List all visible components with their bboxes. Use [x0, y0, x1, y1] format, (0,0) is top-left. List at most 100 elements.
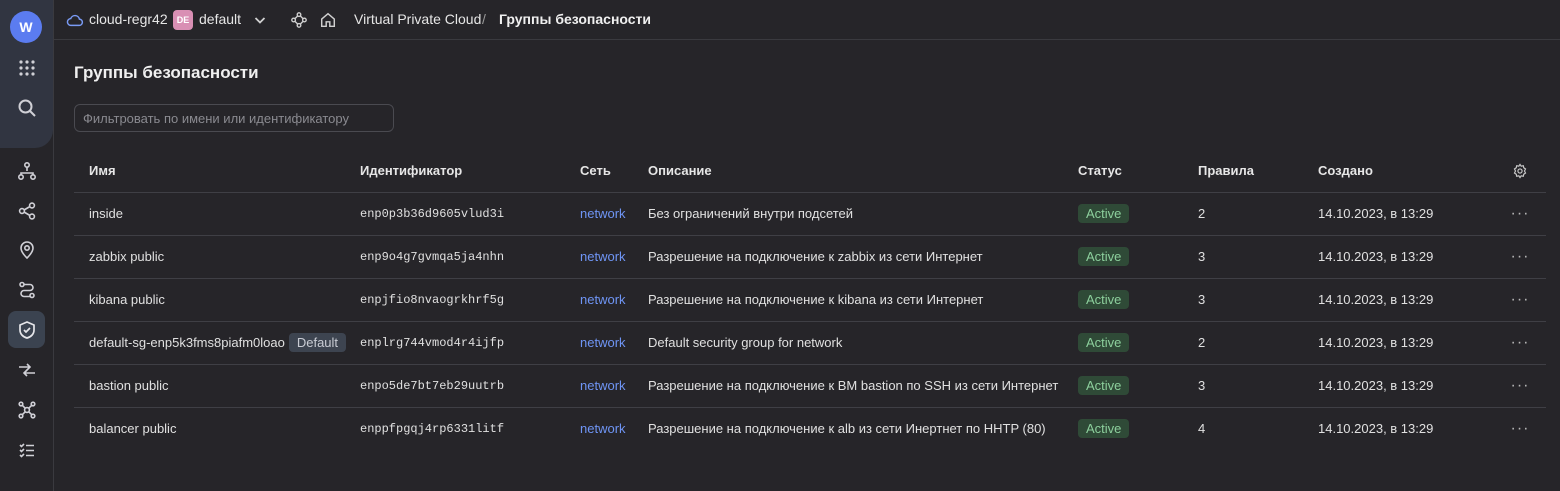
column-header-created[interactable]: Создано [1318, 150, 1494, 193]
folder-badge[interactable]: DE [173, 10, 193, 30]
column-header-name[interactable]: Имя [74, 150, 360, 193]
cell-name: zabbix public [74, 235, 360, 279]
cell-id: enplrg744vmod4r4ijfp [360, 321, 580, 365]
cell-status: Active [1078, 192, 1198, 236]
cell-name: balancer public [74, 407, 360, 450]
group-name[interactable]: inside [89, 206, 123, 221]
column-settings[interactable] [1494, 150, 1546, 193]
table-row[interactable]: bastion public enpo5de7bt7eb29uutrb networ… [74, 364, 1546, 408]
cell-rules: 3 [1198, 235, 1318, 279]
gear-icon[interactable] [1512, 163, 1528, 179]
share-nodes-icon[interactable] [8, 192, 45, 229]
breadcrumb-separator: / [482, 11, 486, 27]
page-title: Группы безопасности [74, 63, 259, 82]
route-icon[interactable] [8, 271, 45, 308]
more-actions-icon[interactable]: ··· [1511, 205, 1530, 222]
cloud-name[interactable]: cloud-regr42 [89, 11, 168, 27]
group-name[interactable]: kibana public [89, 292, 165, 307]
cell-actions: ··· [1494, 407, 1546, 450]
table-row[interactable]: zabbix public enp9o4g7gvmqa5ja4nhn network… [74, 235, 1546, 279]
group-name[interactable]: zabbix public [89, 249, 164, 264]
column-header-id[interactable]: Идентификатор [360, 150, 580, 193]
cell-rules: 3 [1198, 278, 1318, 322]
table-row[interactable]: kibana public enpjfio8nvaogrkhrf5g network… [74, 278, 1546, 322]
cell-created: 14.10.2023, в 13:29 [1318, 192, 1494, 236]
more-actions-icon[interactable]: ··· [1511, 248, 1530, 265]
network-link[interactable]: network [580, 249, 626, 264]
network-topology-icon[interactable] [8, 152, 45, 189]
cell-name: default-sg-enp5k3fms8piafm0loao Default [74, 321, 360, 365]
cell-name: bastion public [74, 364, 360, 408]
cell-network: network [580, 192, 648, 236]
cell-actions: ··· [1494, 321, 1546, 365]
search-icon[interactable] [8, 89, 45, 126]
cell-status: Active [1078, 235, 1198, 279]
filter-input[interactable] [74, 104, 394, 132]
column-header-status[interactable]: Статус [1078, 150, 1198, 193]
network-link[interactable]: network [580, 421, 626, 436]
transfer-arrows-icon[interactable] [8, 351, 45, 388]
hub-icon[interactable] [8, 391, 45, 428]
more-actions-icon[interactable]: ··· [1511, 377, 1530, 394]
shield-icon[interactable] [8, 311, 45, 348]
cell-network: network [580, 407, 648, 450]
group-name[interactable]: default-sg-enp5k3fms8piafm0loao [89, 335, 285, 350]
breadcrumb-current: Группы безопасности [499, 11, 652, 27]
cell-actions: ··· [1494, 192, 1546, 236]
status-badge: Active [1078, 333, 1130, 352]
cell-actions: ··· [1494, 235, 1546, 279]
cell-rules: 2 [1198, 192, 1318, 236]
cell-actions: ··· [1494, 364, 1546, 408]
column-header-network[interactable]: Сеть [580, 150, 648, 193]
table-row[interactable]: default-sg-enp5k3fms8piafm0loao Default en… [74, 321, 1546, 365]
home-icon[interactable] [319, 11, 337, 29]
security-groups-table: Имя Идентификатор Сеть Описание Статус П… [74, 150, 1546, 450]
cell-status: Active [1078, 278, 1198, 322]
network-link[interactable]: network [580, 206, 626, 221]
cell-description: Разрешение на подключение к ВМ bastion п… [648, 364, 1078, 408]
folder-name[interactable]: default [199, 11, 241, 27]
cell-name: kibana public [74, 278, 360, 322]
cell-description: Без ограничений внутри подсетей [648, 192, 1078, 236]
status-badge: Active [1078, 419, 1130, 439]
cell-status: Active [1078, 364, 1198, 408]
status-badge: Active [1078, 376, 1130, 395]
cell-description: Разрешение на подключение к alb из сети … [648, 421, 1046, 437]
status-badge: Active [1078, 290, 1130, 309]
more-actions-icon[interactable]: ··· [1511, 291, 1530, 308]
table-header-row: Имя Идентификатор Сеть Описание Статус П… [74, 150, 1546, 193]
cell-id: enp0p3b36d9605vlud3i [360, 192, 580, 236]
chevron-down-icon[interactable] [252, 12, 268, 28]
logo-icon[interactable]: W [10, 11, 42, 43]
network-link[interactable]: network [580, 335, 626, 350]
group-name[interactable]: bastion public [89, 378, 169, 393]
breadcrumb-vpc[interactable]: Virtual Private Cloud [354, 11, 481, 27]
cell-created: 14.10.2023, в 13:29 [1318, 364, 1494, 408]
cell-description: Default security group for network [648, 321, 1078, 365]
status-badge: Active [1078, 247, 1130, 266]
checklist-icon[interactable] [8, 431, 45, 468]
network-link[interactable]: network [580, 378, 626, 393]
cell-network: network [580, 278, 648, 322]
cell-id: enpo5de7bt7eb29uutrb [360, 364, 580, 408]
table-row[interactable]: balancer public enppfpgqj4rp6331litf netwo… [74, 407, 1546, 450]
table-row[interactable]: inside enp0p3b36d9605vlud3i network Без огр… [74, 192, 1546, 236]
cell-rules: 2 [1198, 321, 1318, 365]
more-actions-icon[interactable]: ··· [1511, 334, 1530, 351]
location-pin-icon[interactable] [8, 231, 45, 268]
default-badge: Default [288, 333, 347, 352]
column-header-description[interactable]: Описание [648, 150, 1078, 193]
more-actions-icon[interactable]: ··· [1511, 420, 1530, 437]
cell-created: 14.10.2023, в 13:29 [1318, 421, 1434, 437]
cell-network: network [580, 321, 648, 365]
top-bar: cloud-regr42 DE default Virtual Private … [54, 0, 1560, 40]
cell-created: 14.10.2023, в 13:29 [1318, 235, 1494, 279]
group-name[interactable]: balancer public [89, 421, 176, 436]
network-link[interactable]: network [580, 292, 626, 307]
cell-id: enppfpgqj4rp6331litf [360, 421, 505, 436]
column-header-rules[interactable]: Правила [1198, 150, 1318, 193]
cell-network: network [580, 364, 648, 408]
cell-created: 14.10.2023, в 13:29 [1318, 321, 1494, 365]
grid-icon[interactable] [8, 49, 45, 86]
graph-icon[interactable] [290, 11, 308, 29]
